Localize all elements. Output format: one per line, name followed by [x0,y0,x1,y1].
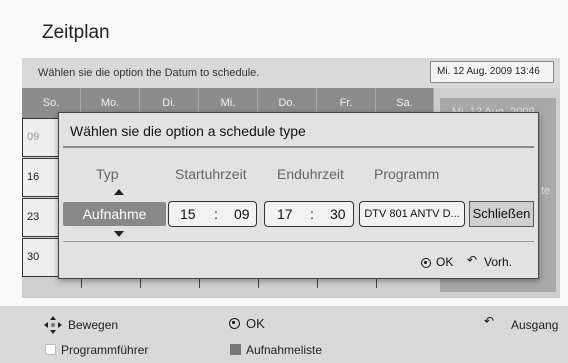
ok-icon [421,258,431,268]
schedule-type-dialog: Wählen sie die option a schedule type Ty… [58,112,539,279]
return-arrow-icon: ↶ [484,314,495,328]
end-time-field[interactable]: 17 : 30 [264,201,354,227]
legend-program-guide[interactable]: Programmführer [61,343,148,357]
dialog-footer-divider [63,241,534,242]
end-hour[interactable]: 17 [277,206,293,222]
legend-swatch-program-guide [45,344,56,355]
legend-recording-list[interactable]: Aufnahmeliste [246,343,322,357]
dialog-ok-label[interactable]: OK [436,255,453,269]
end-time-column-label: Enduhrzeit [277,166,344,182]
return-arrow-icon: ↶ [467,253,478,267]
dialog-divider [63,146,534,148]
end-minute[interactable]: 30 [330,206,346,222]
week-start-date: 30 [27,251,40,263]
week-start-date: 23 [27,211,40,223]
exit-label: Ausgang [511,318,559,332]
week-start-date: 09 [27,131,40,143]
four-way-arrow-icon [44,316,62,334]
program-field[interactable]: DTV 801 ANTV D... [359,201,465,227]
close-button[interactable]: Schließen [469,201,534,227]
type-column-label: Typ [96,166,119,182]
ok-icon [229,318,240,329]
time-separator: : [214,206,218,222]
start-hour[interactable]: 15 [180,206,196,222]
legend-swatch-recording-list [230,344,241,355]
chevron-up-icon[interactable] [114,189,124,195]
chevron-down-icon[interactable] [114,231,124,237]
start-time-field[interactable]: 15 : 09 [168,201,257,227]
dialog-title: Wählen sie die option a schedule type [70,123,306,139]
instruction-text: Wählen sie die option the Datum to sched… [38,67,260,79]
page-title: Zeitplan [42,22,110,43]
current-datetime: Mi. 12 Aug. 2009 13:46 [430,61,554,83]
panel-text: te [541,185,551,197]
program-column-label: Programm [374,166,440,182]
type-selector[interactable]: Aufnahme [63,202,166,226]
schedule-screen: Zeitplan Wählen sie die option the Datum… [0,0,568,363]
time-separator: : [310,206,314,222]
start-minute[interactable]: 09 [234,206,250,222]
week-start-date: 16 [27,171,40,183]
dialog-back-label[interactable]: Vorh. [484,255,512,269]
start-time-column-label: Startuhrzeit [175,166,247,182]
ok-label: OK [246,316,265,331]
move-label: Bewegen [68,318,119,332]
